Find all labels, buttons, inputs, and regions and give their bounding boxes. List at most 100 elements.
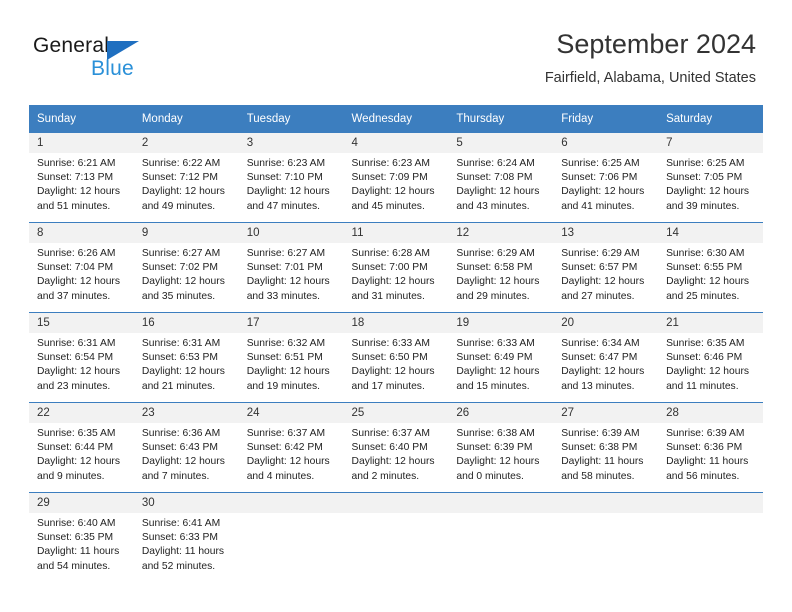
daylight-text-line1: Daylight: 12 hours — [351, 276, 435, 288]
day-number: 25 — [343, 403, 449, 423]
day-number: 13 — [553, 223, 659, 243]
sunrise-text: Sunrise: 6:27 AM — [141, 248, 221, 259]
day-detail-block: Sunrise: 6:25 AM Sunset: 7:06 PM Daylight:… — [553, 153, 658, 214]
sunrise-text: Sunrise: 6:30 AM — [666, 248, 745, 259]
sunrise-text: Sunrise: 6:25 AM — [666, 158, 745, 169]
daylight-text-line1: Daylight: 12 hours — [246, 186, 330, 198]
sunset-text: Sunset: 6:39 PM — [456, 442, 533, 454]
day-detail-block: Sunrise: 6:32 AM Sunset: 6:51 PM Daylight:… — [239, 333, 344, 394]
day-detail-block: Sunrise: 6:28 AM Sunset: 7:00 PM Daylight:… — [344, 243, 449, 304]
day-number — [658, 493, 763, 513]
calendar-day-cell[interactable]: 10 Sunrise: 6:27 AM Sunset: 7:01 PM Dayligh… — [238, 222, 344, 313]
calendar-day-cell[interactable]: 18 Sunrise: 6:33 AM Sunset: 6:50 PM Dayligh… — [343, 312, 449, 403]
calendar-day-cell[interactable]: 6 Sunrise: 6:25 AM Sunset: 7:06 PM Daylight… — [553, 133, 659, 223]
sunrise-text: Sunrise: 6:32 AM — [246, 338, 326, 349]
daylight-text-line1: Daylight: 12 hours — [456, 366, 540, 378]
calendar-day-cell[interactable]: 29 Sunrise: 6:40 AM Sunset: 6:35 PM Dayligh… — [29, 492, 134, 582]
day-detail-block: Sunrise: 6:33 AM Sunset: 6:49 PM Daylight:… — [448, 333, 553, 394]
daylight-text-line2: and 47 minutes. — [246, 200, 320, 212]
daylight-text-line2: and 7 minutes. — [141, 470, 210, 482]
calendar-day-cell[interactable]: 8 Sunrise: 6:26 AM Sunset: 7:04 PM Daylight… — [29, 222, 134, 313]
day-number: 15 — [29, 313, 134, 333]
calendar-day-cell[interactable]: 23 Sunrise: 6:36 AM Sunset: 6:43 PM Dayligh… — [133, 402, 239, 493]
calendar-day-cell[interactable]: 20 Sunrise: 6:34 AM Sunset: 6:47 PM Dayligh… — [553, 312, 659, 403]
day-detail-block — [553, 513, 658, 517]
calendar-day-cell[interactable]: 21 Sunrise: 6:35 AM Sunset: 6:46 PM Dayligh… — [658, 312, 763, 403]
calendar-week-row: 1 Sunrise: 6:21 AM Sunset: 7:13 PM Daylight… — [29, 133, 763, 223]
daylight-text-line1: Daylight: 12 hours — [246, 276, 330, 288]
daylight-text-line2: and 43 minutes. — [456, 200, 530, 212]
calendar-day-cell[interactable]: 5 Sunrise: 6:24 AM Sunset: 7:08 PM Daylight… — [448, 133, 554, 223]
sunrise-text: Sunrise: 6:29 AM — [456, 248, 535, 259]
sunrise-text: Sunrise: 6:41 AM — [141, 518, 221, 529]
calendar-day-cell[interactable]: 27 Sunrise: 6:39 AM Sunset: 6:38 PM Dayligh… — [553, 402, 659, 493]
sunset-text: Sunset: 7:00 PM — [351, 262, 428, 274]
day-detail-block: Sunrise: 6:31 AM Sunset: 6:53 PM Daylight:… — [134, 333, 239, 394]
sunset-text: Sunset: 6:55 PM — [666, 262, 743, 274]
calendar-day-cell[interactable]: 2 Sunrise: 6:22 AM Sunset: 7:12 PM Daylight… — [133, 133, 239, 223]
daylight-text-line2: and 29 minutes. — [456, 290, 530, 302]
calendar-day-cell[interactable]: 3 Sunrise: 6:23 AM Sunset: 7:10 PM Daylight… — [238, 133, 344, 223]
sunrise-text: Sunrise: 6:31 AM — [37, 338, 116, 349]
day-number: 10 — [238, 223, 344, 243]
day-number: 24 — [238, 403, 344, 423]
day-number: 26 — [448, 403, 554, 423]
calendar-day-cell[interactable]: 17 Sunrise: 6:32 AM Sunset: 6:51 PM Dayligh… — [238, 312, 344, 403]
daylight-text-line1: Daylight: 12 hours — [37, 456, 120, 468]
calendar-day-cell[interactable]: 4 Sunrise: 6:23 AM Sunset: 7:09 PM Daylight… — [343, 133, 449, 223]
calendar-day-cell[interactable]: 24 Sunrise: 6:37 AM Sunset: 6:42 PM Dayligh… — [238, 402, 344, 493]
calendar-day-cell[interactable]: 25 Sunrise: 6:37 AM Sunset: 6:40 PM Dayligh… — [343, 402, 449, 493]
calendar-day-cell[interactable]: 15 Sunrise: 6:31 AM Sunset: 6:54 PM Dayligh… — [29, 312, 134, 403]
daylight-text-line1: Daylight: 11 hours — [37, 546, 120, 558]
day-detail-block: Sunrise: 6:21 AM Sunset: 7:13 PM Daylight:… — [29, 153, 134, 214]
daylight-text-line2: and 39 minutes. — [666, 200, 740, 212]
weekday-header-tuesday: Tuesday — [238, 105, 344, 133]
general-blue-logo[interactable]: General Blue — [33, 34, 273, 90]
calendar-day-cell[interactable]: 7 Sunrise: 6:25 AM Sunset: 7:05 PM Daylight… — [658, 133, 763, 223]
calendar-day-cell[interactable]: 12 Sunrise: 6:29 AM Sunset: 6:58 PM Dayligh… — [448, 222, 554, 313]
calendar-day-cell[interactable]: 19 Sunrise: 6:33 AM Sunset: 6:49 PM Dayligh… — [448, 312, 554, 403]
daylight-text-line1: Daylight: 12 hours — [351, 366, 435, 378]
logo-text-blue: Blue — [91, 57, 134, 80]
sunset-text: Sunset: 6:40 PM — [351, 442, 428, 454]
calendar-day-cell[interactable]: 13 Sunrise: 6:29 AM Sunset: 6:57 PM Dayligh… — [553, 222, 659, 313]
calendar-week-row: 22 Sunrise: 6:35 AM Sunset: 6:44 PM Dayligh… — [29, 402, 763, 493]
sunset-text: Sunset: 6:49 PM — [456, 352, 533, 364]
calendar-day-cell[interactable]: 16 Sunrise: 6:31 AM Sunset: 6:53 PM Dayligh… — [133, 312, 239, 403]
sunset-text: Sunset: 6:53 PM — [141, 352, 218, 364]
day-number: 29 — [29, 493, 134, 513]
calendar-day-cell[interactable]: 22 Sunrise: 6:35 AM Sunset: 6:44 PM Dayligh… — [29, 402, 134, 493]
day-detail-block: Sunrise: 6:39 AM Sunset: 6:38 PM Daylight:… — [553, 423, 658, 484]
calendar-day-cell[interactable]: 30 Sunrise: 6:41 AM Sunset: 6:33 PM Dayligh… — [133, 492, 239, 582]
daylight-text-line1: Daylight: 12 hours — [37, 186, 120, 198]
sunset-text: Sunset: 7:02 PM — [141, 262, 218, 274]
calendar-day-cell-empty — [448, 492, 554, 582]
day-number: 27 — [553, 403, 659, 423]
day-number: 4 — [343, 133, 449, 153]
calendar-day-cell[interactable]: 11 Sunrise: 6:28 AM Sunset: 7:00 PM Dayligh… — [343, 222, 449, 313]
daylight-text-line1: Daylight: 12 hours — [351, 186, 435, 198]
daylight-text-line2: and 45 minutes. — [351, 200, 425, 212]
calendar-day-cell[interactable]: 1 Sunrise: 6:21 AM Sunset: 7:13 PM Daylight… — [29, 133, 134, 223]
day-number: 28 — [658, 403, 763, 423]
calendar-day-cell[interactable]: 9 Sunrise: 6:27 AM Sunset: 7:02 PM Daylight… — [133, 222, 239, 313]
daylight-text-line1: Daylight: 12 hours — [456, 276, 540, 288]
day-detail-block: Sunrise: 6:40 AM Sunset: 6:35 PM Daylight:… — [29, 513, 134, 574]
sunset-text: Sunset: 6:54 PM — [37, 352, 114, 364]
sunrise-text: Sunrise: 6:23 AM — [351, 158, 430, 169]
day-detail-block: Sunrise: 6:35 AM Sunset: 6:46 PM Daylight:… — [658, 333, 763, 394]
day-number: 17 — [238, 313, 344, 333]
day-detail-block — [344, 513, 449, 517]
day-number: 5 — [448, 133, 554, 153]
calendar-day-cell[interactable]: 26 Sunrise: 6:38 AM Sunset: 6:39 PM Dayligh… — [448, 402, 554, 493]
daylight-text-line2: and 17 minutes. — [351, 380, 425, 392]
logo-text-general: General — [33, 34, 110, 57]
day-number: 3 — [238, 133, 344, 153]
calendar-day-cell[interactable]: 14 Sunrise: 6:30 AM Sunset: 6:55 PM Dayligh… — [658, 222, 763, 313]
daylight-text-line2: and 27 minutes. — [561, 290, 635, 302]
day-detail-block: Sunrise: 6:27 AM Sunset: 7:01 PM Daylight:… — [239, 243, 344, 304]
day-number: 1 — [29, 133, 134, 153]
calendar-day-cell[interactable]: 28 Sunrise: 6:39 AM Sunset: 6:36 PM Dayligh… — [658, 402, 763, 493]
daylight-text-line1: Daylight: 12 hours — [456, 186, 540, 198]
daylight-text-line2: and 41 minutes. — [561, 200, 635, 212]
